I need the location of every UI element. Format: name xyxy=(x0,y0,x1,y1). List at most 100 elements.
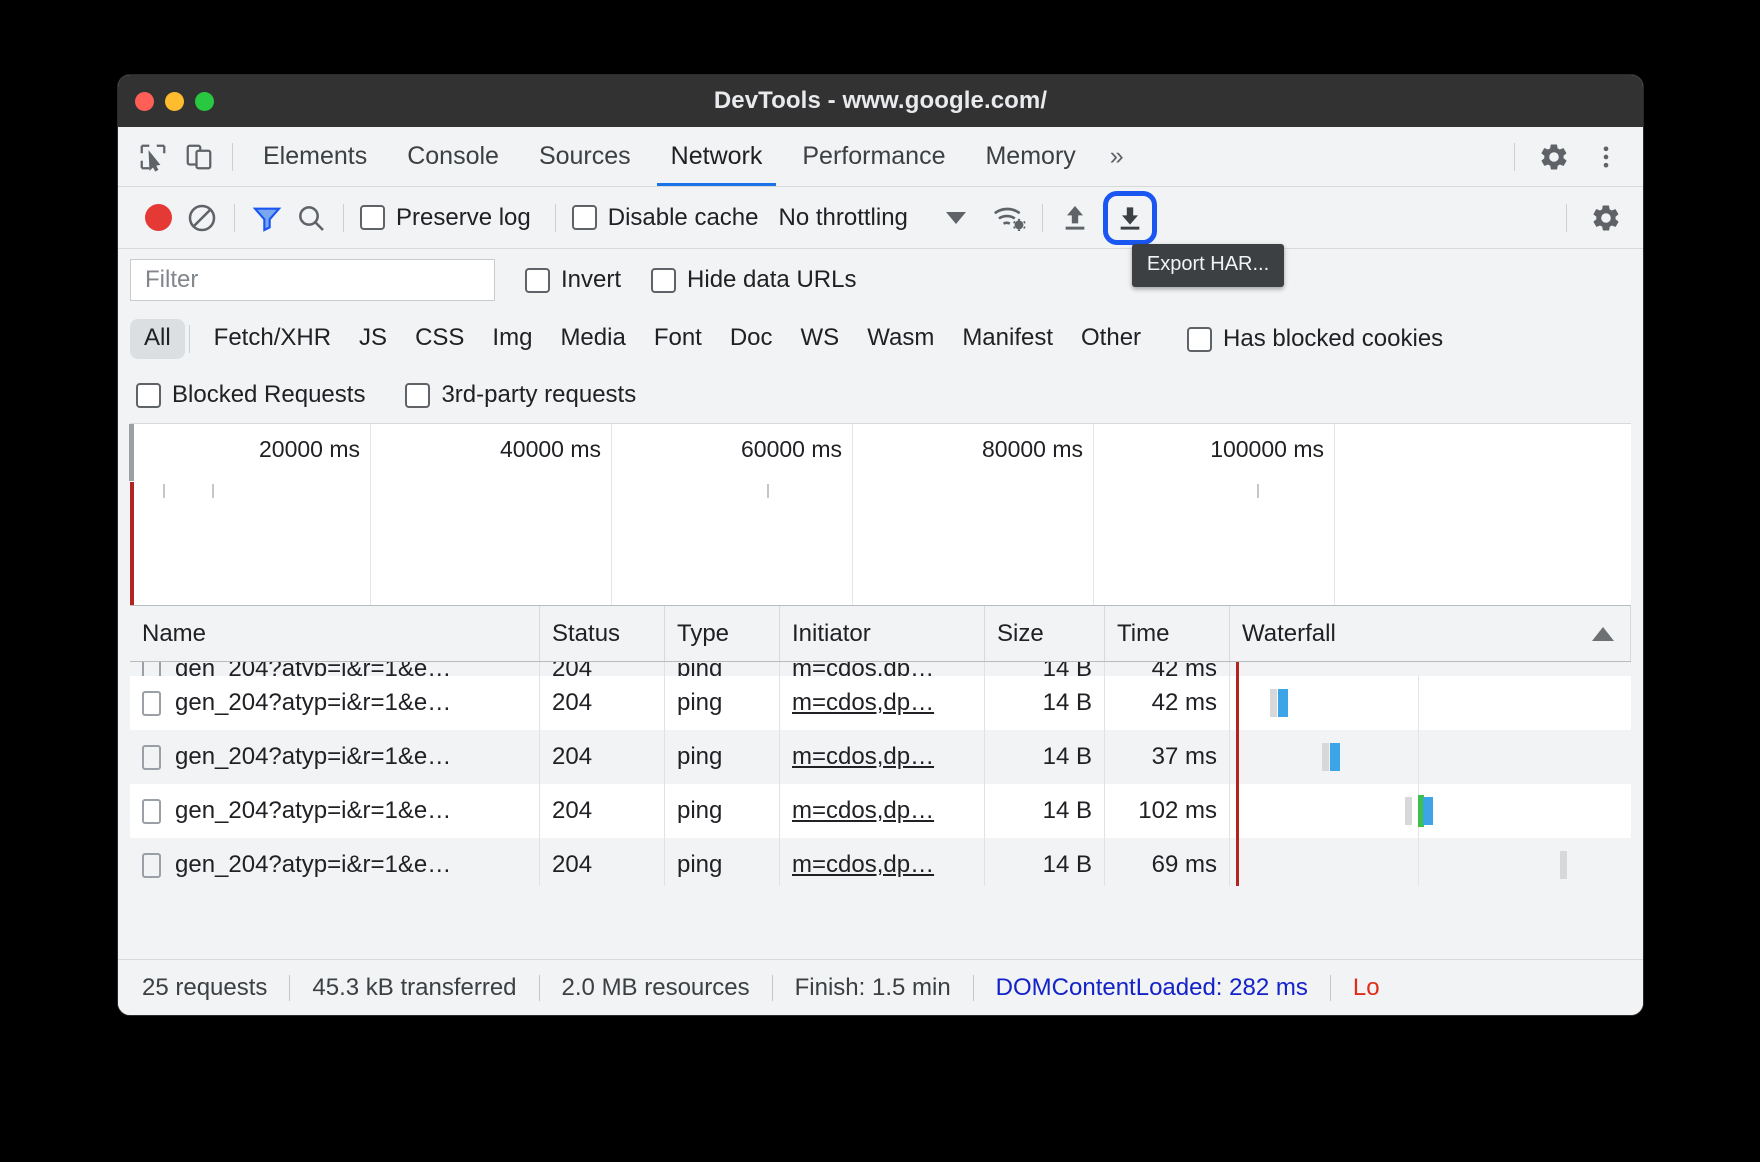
kebab-menu-icon[interactable] xyxy=(1583,134,1629,180)
type-chip-font[interactable]: Font xyxy=(640,319,716,359)
tab-label: Memory xyxy=(985,142,1076,170)
blocked-requests-label: Blocked Requests xyxy=(172,381,366,408)
table-row[interactable]: gen_204?atyp=i&r=1&e… 204 ping m=cdos,dp… xyxy=(130,838,1631,886)
checkbox-box xyxy=(1187,326,1213,352)
type-chip-js[interactable]: JS xyxy=(345,319,401,359)
cell-type: ping xyxy=(665,784,780,838)
status-divider xyxy=(538,974,540,1001)
export-har-button[interactable]: Export HAR... xyxy=(1102,190,1285,287)
cell-time: 69 ms xyxy=(1105,838,1230,886)
type-chip-wasm[interactable]: Wasm xyxy=(853,319,948,359)
invert-checkbox[interactable]: Invert xyxy=(525,266,621,294)
column-header-size[interactable]: Size xyxy=(985,606,1105,661)
document-icon xyxy=(142,744,161,770)
column-header-type[interactable]: Type xyxy=(665,606,780,661)
requests-table-body[interactable]: gen_204?atyp=i&r=1&e… 204 ping m=cdos,dp… xyxy=(130,662,1631,886)
tabbar-divider xyxy=(232,142,233,171)
cell-name: gen_204?atyp=i&r=1&e… xyxy=(130,676,540,730)
clear-icon[interactable] xyxy=(180,196,224,240)
filter-funnel-icon[interactable] xyxy=(245,196,289,240)
close-window-button[interactable] xyxy=(135,91,154,111)
hide-data-urls-checkbox[interactable]: Hide data URLs xyxy=(651,266,856,294)
minimize-window-button[interactable] xyxy=(165,91,184,111)
status-value: 204 xyxy=(552,797,593,824)
column-label: Time xyxy=(1117,619,1170,647)
type-chip-ws[interactable]: WS xyxy=(787,319,854,359)
disable-cache-checkbox[interactable]: Disable cache xyxy=(571,204,758,232)
status-value: 204 xyxy=(552,662,593,676)
tab-console[interactable]: Console xyxy=(387,128,519,186)
column-header-status[interactable]: Status xyxy=(540,606,665,661)
upload-arrow-icon[interactable] xyxy=(1053,196,1097,240)
more-tabs-icon[interactable]: » xyxy=(1096,142,1138,171)
transferred-size: 45.3 kB transferred xyxy=(312,973,517,1001)
column-header-waterfall[interactable]: Waterfall xyxy=(1230,606,1631,661)
tab-sources[interactable]: Sources xyxy=(519,128,651,186)
type-chip-manifest[interactable]: Manifest xyxy=(948,319,1067,359)
table-row[interactable]: gen_204?atyp=i&r=1&e… 204 ping m=cdos,dp… xyxy=(130,784,1631,838)
type-chip-media[interactable]: Media xyxy=(546,319,639,359)
cell-size: 14 B xyxy=(985,676,1105,730)
type-value: ping xyxy=(677,851,723,878)
column-header-time[interactable]: Time xyxy=(1105,606,1230,661)
tab-memory[interactable]: Memory xyxy=(965,128,1095,186)
column-header-name[interactable]: Name xyxy=(130,606,540,661)
cell-time: 42 ms xyxy=(1105,676,1230,730)
overview-request-tick xyxy=(767,484,769,498)
cell-status: 204 xyxy=(540,662,665,676)
type-chip-css[interactable]: CSS xyxy=(401,319,478,359)
document-icon xyxy=(142,662,161,676)
column-label: Waterfall xyxy=(1242,619,1336,647)
cell-type: ping xyxy=(665,662,780,676)
overview-tick-20000: 20000 ms xyxy=(258,436,360,462)
third-party-requests-checkbox[interactable]: 3rd-party requests xyxy=(405,381,636,409)
cell-time: 37 ms xyxy=(1105,730,1230,784)
status-divider xyxy=(771,974,773,1001)
initiator-link[interactable]: m=cdos,dp… xyxy=(792,797,934,825)
blocked-requests-checkbox[interactable]: Blocked Requests xyxy=(136,381,365,409)
document-icon xyxy=(142,852,161,878)
filter-input[interactable]: Filter xyxy=(130,259,495,301)
type-chip-img[interactable]: Img xyxy=(478,319,546,359)
table-row[interactable]: gen_204?atyp=i&r=1&e… 204 ping m=cdos,dp… xyxy=(130,662,1631,676)
initiator-link[interactable]: m=cdos,dp… xyxy=(792,662,934,676)
table-row[interactable]: gen_204?atyp=i&r=1&e… 204 ping m=cdos,dp… xyxy=(130,676,1631,730)
type-chip-all[interactable]: All xyxy=(130,319,185,359)
network-overview-timeline[interactable]: 20000 ms 40000 ms 60000 ms 80000 ms 1000… xyxy=(129,423,1631,606)
gear-icon[interactable] xyxy=(1531,134,1577,180)
type-value: ping xyxy=(677,797,723,824)
request-name: gen_204?atyp=i&r=1&e… xyxy=(175,851,452,878)
gear-icon[interactable] xyxy=(1583,195,1629,241)
type-chip-other[interactable]: Other xyxy=(1067,319,1155,359)
size-value: 14 B xyxy=(1042,662,1092,676)
inspect-cursor-icon[interactable] xyxy=(130,134,176,180)
tab-network[interactable]: Network xyxy=(651,128,783,186)
type-chip-doc[interactable]: Doc xyxy=(716,319,787,359)
maximize-window-button[interactable] xyxy=(195,91,214,111)
search-icon[interactable] xyxy=(289,196,333,240)
preserve-log-checkbox[interactable]: Preserve log xyxy=(360,204,531,232)
tab-performance[interactable]: Performance xyxy=(782,128,965,186)
has-blocked-cookies-checkbox[interactable]: Has blocked cookies xyxy=(1187,325,1443,353)
type-chip-fetch-xhr[interactable]: Fetch/XHR xyxy=(200,319,345,359)
type-value: ping xyxy=(677,743,723,770)
checkbox-box xyxy=(360,205,385,230)
initiator-link[interactable]: m=cdos,dp… xyxy=(792,851,934,879)
column-header-initiator[interactable]: Initiator xyxy=(780,606,985,661)
device-toolbar-icon[interactable] xyxy=(176,134,222,180)
cell-name: gen_204?atyp=i&r=1&e… xyxy=(130,662,540,676)
record-icon[interactable] xyxy=(136,196,180,240)
overview-tick-40000: 40000 ms xyxy=(499,436,601,462)
cell-name: gen_204?atyp=i&r=1&e… xyxy=(130,784,540,838)
size-value: 14 B xyxy=(1042,689,1092,716)
checkbox-box xyxy=(651,267,677,293)
status-value: 204 xyxy=(552,743,593,770)
throttling-select[interactable]: No throttling xyxy=(778,204,966,232)
table-row[interactable]: gen_204?atyp=i&r=1&e… 204 ping m=cdos,dp… xyxy=(130,730,1631,784)
initiator-link[interactable]: m=cdos,dp… xyxy=(792,689,934,717)
tab-elements[interactable]: Elements xyxy=(243,128,387,186)
time-value: 42 ms xyxy=(1151,662,1217,676)
wifi-gear-icon[interactable] xyxy=(988,196,1032,240)
initiator-link[interactable]: m=cdos,dp… xyxy=(792,743,934,771)
request-name: gen_204?atyp=i&r=1&e… xyxy=(175,743,452,770)
